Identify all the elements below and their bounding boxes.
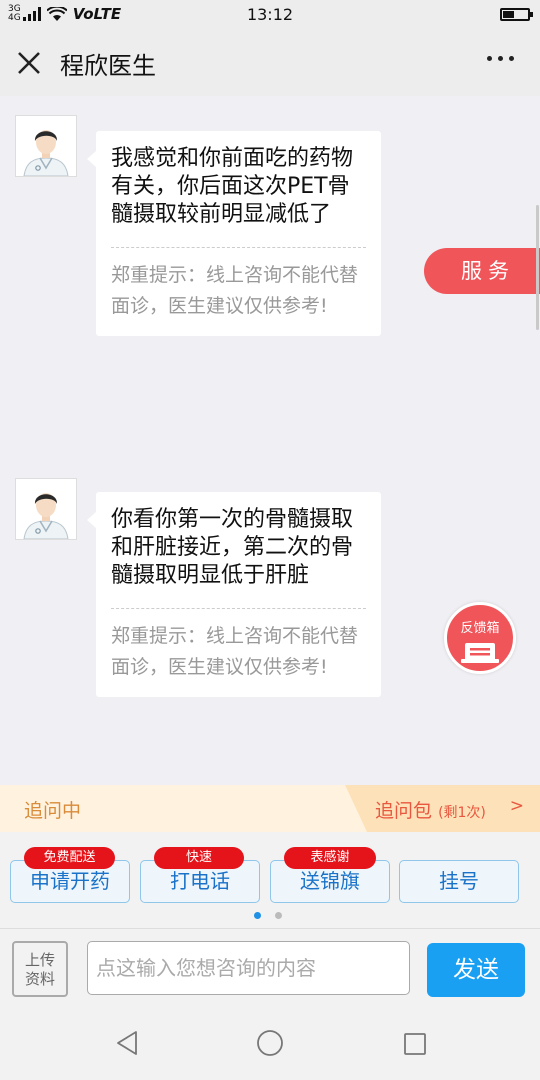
- free-delivery-badge: 免费配送: [24, 847, 115, 869]
- home-icon[interactable]: [256, 1029, 284, 1057]
- recents-icon[interactable]: [403, 1032, 427, 1056]
- doctor-icon: [23, 130, 69, 177]
- close-icon[interactable]: [16, 50, 42, 76]
- more-options-icon[interactable]: [487, 56, 514, 61]
- status-time: 13:12: [246, 5, 294, 24]
- quick-badge: 快速: [154, 847, 244, 869]
- status-bar: 3G 4G VoLTE 13:12: [0, 0, 540, 30]
- page-title: 程欣医生: [60, 52, 156, 80]
- back-icon[interactable]: [115, 1030, 139, 1056]
- disclaimer-text: 郑重提示：线上咨询不能代替面诊，医生建议仅供参考!: [111, 264, 359, 317]
- follow-up-remaining: (剩1次): [438, 805, 486, 821]
- service-button[interactable]: 服务: [424, 248, 540, 294]
- upload-label-line2: 资料: [24, 970, 55, 988]
- send-button[interactable]: 发送: [427, 943, 525, 997]
- follow-up-package: 追问包 (剩1次): [375, 796, 486, 823]
- follow-up-bar: 追问中 追问包 (剩1次) >: [0, 785, 540, 832]
- feedback-button[interactable]: 反馈箱: [444, 602, 516, 674]
- disclaimer-text: 郑重提示：线上咨询不能代替面诊，医生建议仅供参考!: [111, 625, 359, 678]
- page-dot[interactable]: [275, 912, 282, 919]
- message-text: 我感觉和你前面吃的药物有关，你后面这次PET骨髓摄取较前明显减低了: [111, 146, 354, 227]
- doctor-icon: [23, 493, 69, 540]
- feedback-label: 反馈箱: [460, 621, 500, 636]
- thanks-badge: 表感谢: [284, 847, 376, 869]
- message-bubble: 我感觉和你前面吃的药物有关，你后面这次PET骨髓摄取较前明显减低了 郑重提示：线…: [87, 131, 381, 336]
- message-bubble: 你看你第一次的骨髓摄取和肝脏接近，第二次的骨髓摄取明显低于肝脏 郑重提示：线上咨…: [87, 492, 381, 697]
- register-button[interactable]: 挂号: [399, 860, 519, 903]
- input-bar: 上传 资料 点这输入您想咨询的内容 发送: [0, 928, 540, 1008]
- system-nav-bar: [0, 1008, 540, 1080]
- upload-button[interactable]: 上传 资料: [12, 941, 68, 997]
- message-text: 你看你第一次的骨髓摄取和肝脏接近，第二次的骨髓摄取明显低于肝脏: [111, 507, 354, 588]
- message-input[interactable]: 点这输入您想咨询的内容: [87, 941, 410, 995]
- page-indicator: [254, 912, 282, 919]
- action-panel: 申请开药 免费配送 打电话 快速 送锦旗 表感谢 挂号: [0, 832, 540, 928]
- mailbox-icon: [461, 643, 499, 663]
- upload-label-line1: 上传: [24, 951, 55, 969]
- battery-icon: [500, 8, 533, 21]
- doctor-avatar[interactable]: [15, 115, 77, 177]
- scrollbar[interactable]: [536, 205, 539, 330]
- title-bar: 程欣医生: [0, 30, 540, 96]
- chevron-right-icon: >: [509, 796, 524, 816]
- follow-up-package-button[interactable]: 追问包 (剩1次) >: [345, 785, 540, 832]
- doctor-avatar[interactable]: [15, 478, 77, 540]
- page-dot-active[interactable]: [254, 912, 261, 919]
- follow-up-package-label: 追问包: [375, 800, 433, 822]
- follow-up-status: 追问中: [24, 800, 82, 822]
